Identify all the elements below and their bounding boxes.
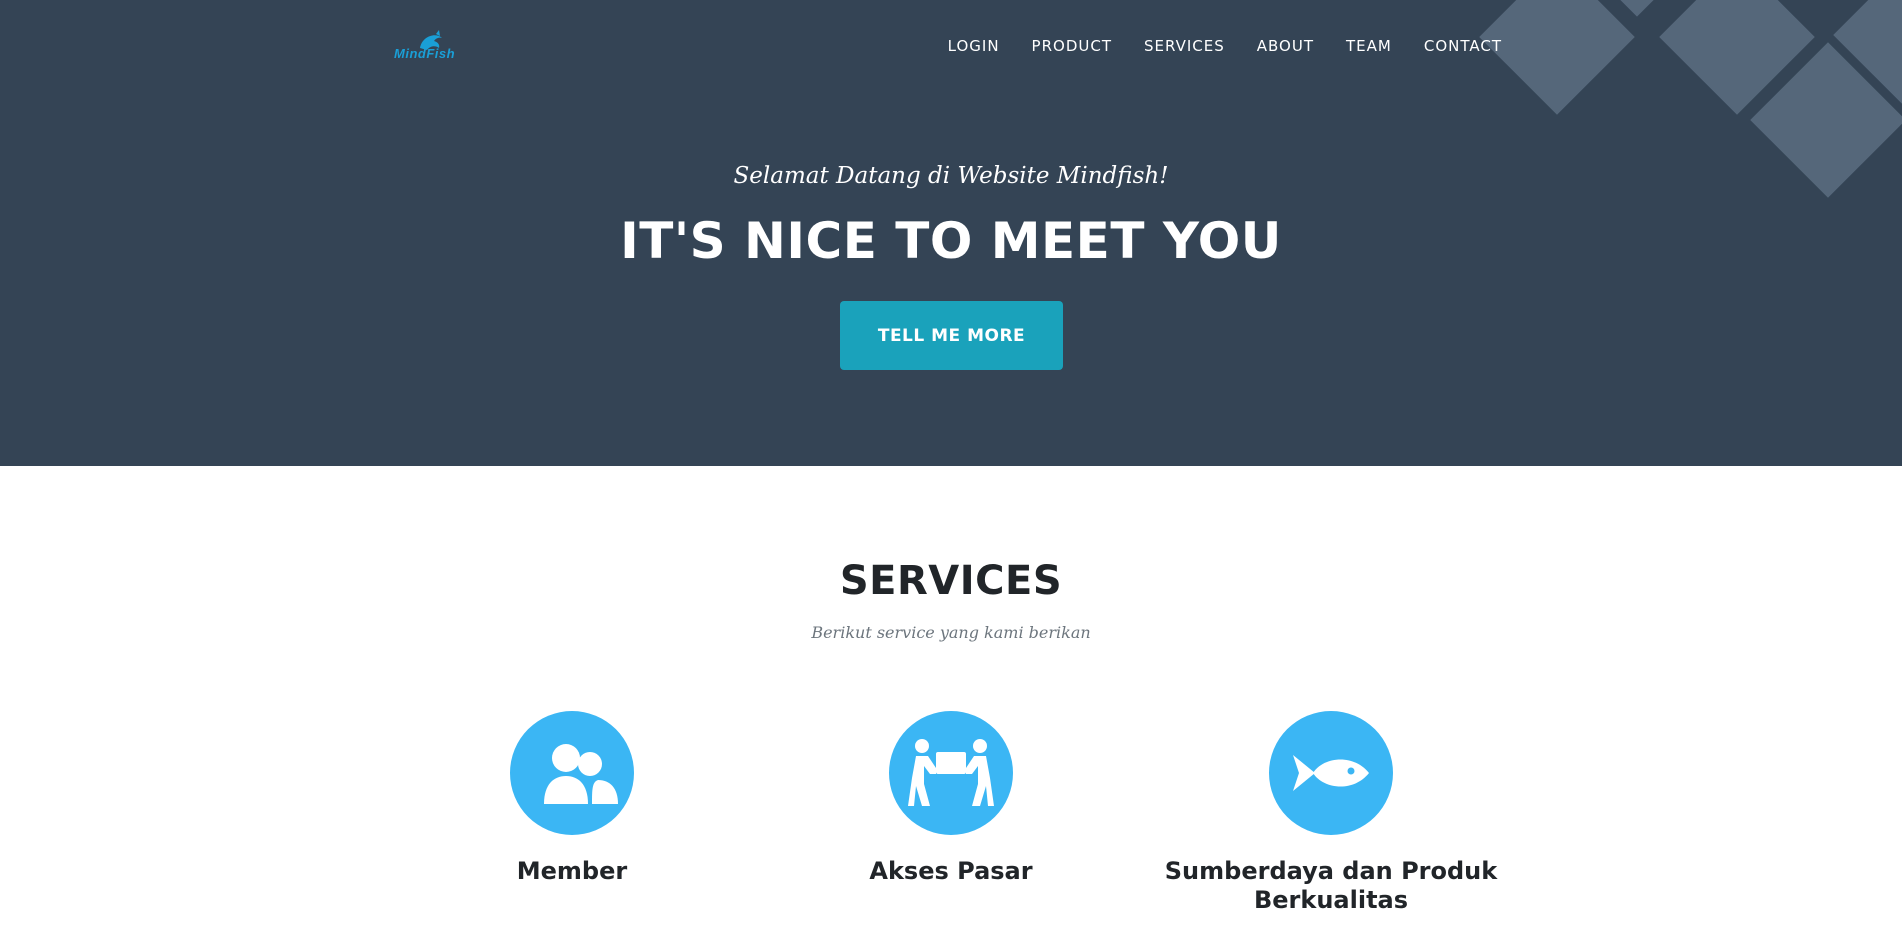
hero-title: IT'S NICE TO MEET YOU (620, 212, 1282, 270)
hero-section: MindFish LOGIN PRODUCT SERVICES ABOUT TE… (0, 0, 1902, 466)
nav-item-team[interactable]: TEAM (1346, 36, 1392, 56)
service-item-member: Member (382, 711, 762, 886)
service-item-akses-pasar: Akses Pasar (761, 711, 1141, 886)
nav-item-about[interactable]: ABOUT (1257, 36, 1314, 56)
nav-item-product[interactable]: PRODUCT (1032, 36, 1112, 56)
tell-me-more-button[interactable]: TELL ME MORE (840, 301, 1063, 370)
logo-text: MindFish (394, 46, 456, 61)
decor-diamond (1479, 0, 1635, 115)
service-title: Akses Pasar (869, 857, 1033, 885)
service-item-sumberdaya: Sumberdaya dan Produk Berkualitas (1141, 711, 1521, 915)
hero-subtitle: Selamat Datang di Website Mindfish! (733, 163, 1169, 189)
users-icon (510, 711, 634, 835)
services-heading: SERVICES (839, 558, 1063, 604)
services-subheading: Berikut service yang kami berikan (811, 623, 1091, 642)
brand-logo[interactable]: MindFish (392, 28, 462, 66)
people-carry-icon (889, 711, 1013, 835)
nav-item-contact[interactable]: CONTACT (1424, 36, 1502, 56)
main-nav: LOGIN PRODUCT SERVICES ABOUT TEAM CONTAC… (916, 36, 1502, 56)
nav-item-services[interactable]: SERVICES (1144, 36, 1225, 56)
fish-icon (1269, 711, 1393, 835)
service-title: Sumberdaya dan Produk Berkualitas (1164, 857, 1498, 914)
nav-item-login[interactable]: LOGIN (948, 36, 1000, 56)
service-title: Member (516, 857, 628, 885)
